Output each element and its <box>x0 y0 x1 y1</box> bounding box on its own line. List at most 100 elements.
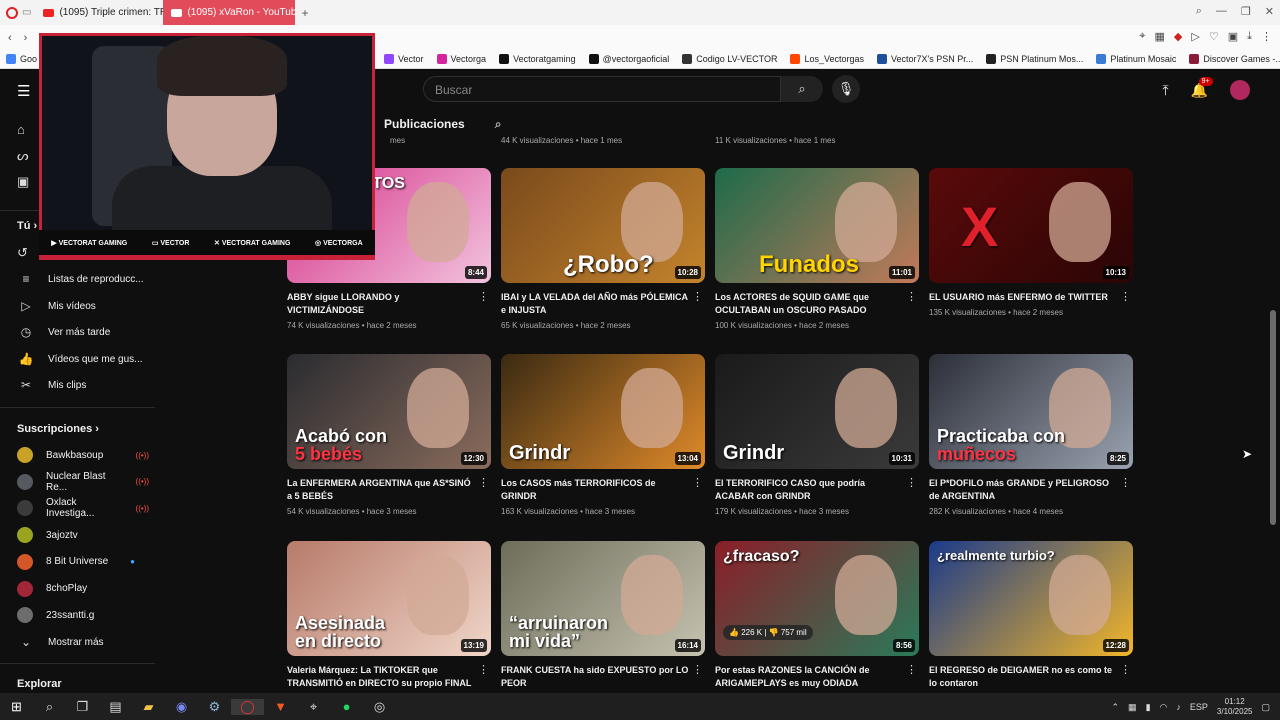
more-options-icon[interactable]: ⋮ <box>478 290 489 303</box>
wifi-icon[interactable]: ◠ <box>1160 702 1168 713</box>
channel-search-icon[interactable]: ⌕ <box>495 117 502 132</box>
video-title[interactable]: El TERRORIFICO CASO que podría ACABAR co… <box>715 477 919 503</box>
video-title[interactable]: Los ACTORES de SQUID GAME que OCULTABAN … <box>715 291 919 317</box>
video-thumbnail[interactable]: Acabó con 5 bebés 12:30 <box>287 354 491 469</box>
video-card[interactable]: ¿fracaso? 👍 226 K | 👎 757 mil 8:56 Por esta… <box>715 541 919 690</box>
video-thumbnail[interactable]: ¿fracaso? 👍 226 K | 👎 757 mil 8:56 <box>715 541 919 656</box>
subscriptions-section-title[interactable]: Suscripciones › <box>17 423 99 435</box>
more-options-icon[interactable]: ⋮ <box>1120 663 1131 676</box>
notification-center-icon[interactable]: ▢ <box>1261 702 1270 713</box>
download-icon[interactable]: ⤓ <box>1247 30 1252 43</box>
video-card[interactable]: X 10:13 EL USUARIO más ENFERMO de TWITTER 1… <box>929 168 1133 317</box>
forward-icon[interactable]: › <box>24 32 28 44</box>
you-section-title[interactable]: Tú › <box>17 220 37 232</box>
more-options-icon[interactable]: ⋮ <box>478 476 489 489</box>
video-title[interactable]: ABBY sigue LLORANDO y VICTIMIZÁNDOSE <box>287 291 491 317</box>
play-icon[interactable]: ▷ <box>1191 30 1199 43</box>
maximize-icon[interactable]: ❐ <box>1241 5 1251 18</box>
video-title[interactable]: EL USUARIO más ENFERMO de TWITTER <box>929 291 1133 304</box>
video-card[interactable]: ¿realmente turbio? 12:28 El REGRESO de DEI… <box>929 541 1133 690</box>
more-options-icon[interactable]: ⋮ <box>906 290 917 303</box>
video-title[interactable]: Los CASOS más TERRORIFICOS de GRINDR <box>501 477 705 503</box>
chevron-up-icon[interactable]: ⌃ <box>1112 702 1120 713</box>
discord-icon[interactable]: ◉ <box>165 699 198 715</box>
sidebar-subscription[interactable]: Oxlack Investiga... ((•)) <box>17 497 155 519</box>
app-icon[interactable]: ▤ <box>99 699 132 715</box>
bookmark-discover-games[interactable]: Discover Games -... <box>1189 54 1280 64</box>
video-card[interactable]: Funados 11:01 Los ACTORES de SQUID GAME qu… <box>715 168 919 330</box>
video-thumbnail[interactable]: Grindr 13:04 <box>501 354 705 469</box>
sidebar-item-playlists[interactable]: ≡ Listas de reproducc... <box>17 268 155 290</box>
task-view-icon[interactable]: ❐ <box>66 699 99 715</box>
sidebar-item-liked[interactable]: 👍 Vídeos que me gus... <box>17 348 155 370</box>
spotify-icon[interactable]: ● <box>330 699 363 714</box>
show-more-button[interactable]: ⌄ Mostrar más <box>17 631 155 653</box>
voice-search-button[interactable]: 🎙 <box>832 75 860 103</box>
folder-icon[interactable]: ▰ <box>132 699 165 715</box>
extensions-icon[interactable]: ▣ <box>1228 30 1238 43</box>
video-title[interactable]: Valeria Márquez: La TIKTOKER que TRANSMI… <box>287 664 491 690</box>
snapshot-icon[interactable]: ⌖ <box>1139 30 1145 43</box>
video-thumbnail[interactable]: Practicaba con muñecos 8:25 <box>929 354 1133 469</box>
bookmark-vectorga[interactable]: Vectorga <box>436 54 486 64</box>
video-thumbnail[interactable]: ¿Robo? 10:28 <box>501 168 705 283</box>
avatar[interactable] <box>1230 80 1250 100</box>
sidebar-subscription[interactable]: 23ssantti.g <box>17 604 155 626</box>
home-icon[interactable]: ⌂ <box>17 122 25 137</box>
sidebar-subscription[interactable]: Bawkbasoup ((•)) <box>17 444 155 466</box>
sidebar-subscription[interactable]: 8 Bit Universe ● <box>17 551 155 573</box>
video-card[interactable]: Grindr 13:04 Los CASOS más TERRORIFICOS de… <box>501 354 705 516</box>
language-indicator[interactable]: ESP <box>1190 702 1208 712</box>
video-title[interactable]: IBAI y LA VELADA del AÑO más PÓLEMICA e … <box>501 291 705 317</box>
video-thumbnail[interactable]: Grindr 10:31 <box>715 354 919 469</box>
search-icon[interactable]: ⌕ <box>33 699 66 715</box>
windows-start-icon[interactable]: ⊞ <box>0 699 33 715</box>
bookmark-psn-profile[interactable]: Vector7X's PSN Pr... <box>877 54 973 64</box>
opera-icon[interactable]: ◯ <box>231 698 264 715</box>
video-title[interactable]: Por estas RAZONES la CANCIÓN de ARIGAMEP… <box>715 664 919 690</box>
sidebar-subscription[interactable]: 8choPlay <box>17 578 155 600</box>
obs-icon[interactable]: ◎ <box>363 699 396 715</box>
network-icon[interactable]: ▦ <box>1128 702 1137 713</box>
upload-icon[interactable]: ⤒ <box>1162 82 1168 99</box>
browser-tab[interactable]: (1095) Triple crimen: TRA <box>35 0 163 25</box>
video-title[interactable]: El REGRESO de DEIGAMER no es como te lo … <box>929 664 1133 690</box>
heart-icon[interactable]: ♡ <box>1209 30 1219 43</box>
more-options-icon[interactable]: ⋮ <box>478 663 489 676</box>
epic-icon[interactable]: ⌖ <box>297 699 330 715</box>
minimize-icon[interactable]: — <box>1216 5 1227 18</box>
bookmark-partial[interactable]: Goo <box>6 54 37 64</box>
video-card[interactable]: “arruinaron mi vida” 16:14 FRANK CUESTA ha … <box>501 541 705 690</box>
video-thumbnail[interactable]: Funados 11:01 <box>715 168 919 283</box>
sidebar-item-my-videos[interactable]: ▷ Mis vídeos <box>17 295 155 317</box>
video-card[interactable]: ¿Robo? 10:28 IBAI y LA VELADA del AÑO más … <box>501 168 705 330</box>
more-options-icon[interactable]: ⋮ <box>1120 476 1131 489</box>
back-icon[interactable]: ‹ <box>8 32 12 44</box>
more-options-icon[interactable]: ⋮ <box>692 663 703 676</box>
adblock-icon[interactable]: ◆ <box>1174 30 1182 43</box>
video-card[interactable]: Acabó con 5 bebés 12:30 La ENFERMERA ARGENT… <box>287 354 491 516</box>
sidebar-item-clips[interactable]: ✂ Mis clips <box>17 374 155 396</box>
bookmark-codigo[interactable]: Codigo LV-VECTOR <box>682 54 777 64</box>
sidebar-subscription[interactable]: Nuclear Blast Re... ((•)) <box>17 471 155 493</box>
video-thumbnail[interactable]: Asesinada en directo 13:19 <box>287 541 491 656</box>
browser-tab-active[interactable]: (1095) xVaRon - YouTube <box>163 0 296 25</box>
bookmark-tiktok[interactable]: @vectorgaoficial <box>588 54 669 64</box>
menu-icon[interactable]: ⋮ <box>1261 30 1272 43</box>
video-card[interactable]: Practicaba con muñecos 8:25 El P*DOFILO más… <box>929 354 1133 516</box>
history-icon[interactable]: ↺ <box>17 245 28 261</box>
hamburger-menu-icon[interactable]: ☰ <box>17 82 30 100</box>
bookmark-vectoratgaming[interactable]: Vectoratgaming <box>499 54 576 64</box>
video-thumbnail[interactable]: ¿realmente turbio? 12:28 <box>929 541 1133 656</box>
extension-icon[interactable]: ▦ <box>1155 30 1165 43</box>
shorts-icon[interactable]: ᔕ <box>17 148 29 164</box>
more-options-icon[interactable]: ⋮ <box>692 476 703 489</box>
search-tabs-icon[interactable]: ⌕ <box>1196 5 1202 18</box>
bookmark-vector[interactable]: Vector <box>384 54 424 64</box>
bookmark-psn-platinum[interactable]: PSN Platinum Mos... <box>986 54 1083 64</box>
video-title[interactable]: La ENFERMERA ARGENTINA que AS*SINÓ a 5 B… <box>287 477 491 503</box>
sidebar-subscription[interactable]: 3ajoztv <box>17 524 155 546</box>
more-options-icon[interactable]: ⋮ <box>906 663 917 676</box>
browser-tab-icons[interactable]: ▭ <box>18 0 35 25</box>
video-title[interactable]: El P*DOFILO más GRANDE y PELIGROSO de AR… <box>929 477 1133 503</box>
